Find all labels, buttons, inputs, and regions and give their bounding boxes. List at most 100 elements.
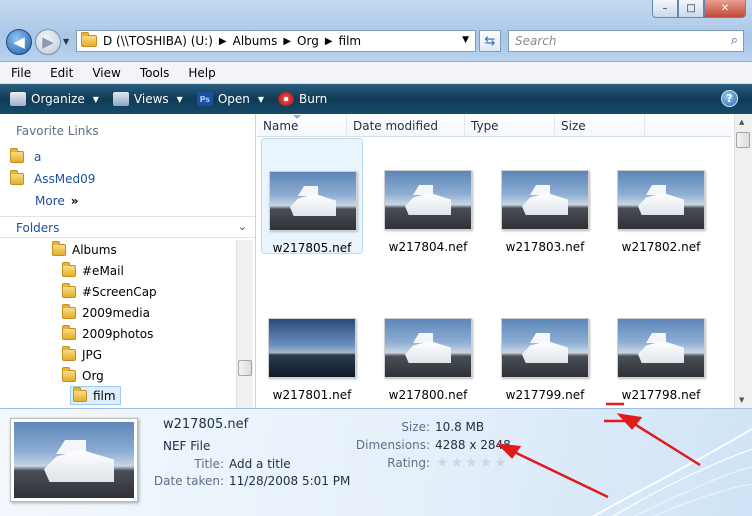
file-tile-w217800[interactable]: w217800.nef <box>377 286 479 402</box>
folders-header[interactable]: Folders ⌄ <box>0 216 255 238</box>
scroll-up-icon[interactable]: ▲ <box>739 118 744 126</box>
tree-item-2009photos[interactable]: 2009photos <box>62 324 153 343</box>
tree-item-albums[interactable]: Albums <box>52 240 117 259</box>
column-date-modified[interactable]: Date modified <box>347 114 465 137</box>
search-input[interactable]: Search ⌕ <box>508 30 744 52</box>
star-icon[interactable]: ★ <box>494 455 507 471</box>
menu-edit[interactable]: Edit <box>47 66 76 80</box>
open-label: Open <box>217 92 250 106</box>
scroll-down-icon[interactable]: ▼ <box>739 396 744 404</box>
tree-item-label: #eMail <box>82 263 124 278</box>
menu-view[interactable]: View <box>89 66 123 80</box>
tree-item-email[interactable]: #eMail <box>62 261 124 280</box>
file-tile-w217805[interactable]: w217805.nef <box>261 138 363 255</box>
organize-button[interactable]: Organize ▼ <box>10 92 99 106</box>
detail-date-value[interactable]: 11/28/2008 5:01 PM <box>229 474 350 488</box>
folders-title: Folders <box>16 221 60 235</box>
breadcrumb-separator-icon[interactable]: ▶ <box>283 36 291 47</box>
address-dropdown-icon[interactable]: ▼ <box>462 35 469 45</box>
folder-icon <box>62 261 76 277</box>
burn-disc-icon <box>278 92 295 106</box>
double-chevron-right-icon: » <box>70 194 79 208</box>
recent-pages-dropdown[interactable]: ▼ <box>63 37 69 46</box>
minimize-button[interactable]: – <box>652 0 678 18</box>
tree-scrollbar[interactable] <box>236 240 253 408</box>
favorite-link-assmed09[interactable]: AssMed09 <box>10 170 96 186</box>
scrollbar-thumb[interactable] <box>238 360 252 376</box>
tree-item-screencap[interactable]: #ScreenCap <box>62 282 157 301</box>
column-type[interactable]: Type <box>465 114 555 137</box>
star-icon[interactable]: ★ <box>480 455 493 471</box>
more-links-button[interactable]: More » <box>35 194 79 208</box>
views-button[interactable]: Views ▼ <box>112 92 183 106</box>
detail-title-field[interactable]: Add a title <box>229 457 291 471</box>
detail-dimensions-label: Dimensions: <box>355 438 430 452</box>
folder-icon <box>62 345 76 361</box>
column-headers: Name Date modified Type Size <box>257 114 731 137</box>
breadcrumb-org[interactable]: Org <box>297 34 319 48</box>
tree-item-2009media[interactable]: 2009media <box>62 303 150 322</box>
address-bar[interactable]: D (\\TOSHIBA) (U:) ▶ Albums ▶ Org ▶ film… <box>76 30 476 52</box>
open-button[interactable]: Ps Open ▼ <box>196 92 264 106</box>
back-arrow-icon: ◀ <box>13 33 25 51</box>
breadcrumb-separator-icon[interactable]: ▶ <box>325 36 333 47</box>
tree-item-jpg[interactable]: JPG <box>62 345 102 364</box>
breadcrumb-separator-icon[interactable]: ▶ <box>219 36 227 47</box>
breadcrumb-film[interactable]: film <box>339 34 362 48</box>
favorite-link-a[interactable]: a <box>10 148 42 164</box>
tree-item-film[interactable]: film <box>70 386 121 405</box>
favorite-link-label: AssMed09 <box>34 172 96 186</box>
back-button[interactable]: ◀ <box>6 29 32 55</box>
detail-file-name: w217805.nef <box>163 417 249 432</box>
more-label: More <box>35 194 65 208</box>
chevron-down-icon[interactable]: ⌄ <box>238 220 247 233</box>
forward-button[interactable]: ▶ <box>35 29 61 55</box>
folder-icon <box>73 386 87 402</box>
tree-item-org[interactable]: Org <box>62 366 104 385</box>
chevron-down-icon: ▼ <box>176 94 183 104</box>
navigation-pane: Favorite Links a AssMed09 More » Folders … <box>0 114 256 408</box>
folder-tree: Albums #eMail #ScreenCap 2009media 2009p… <box>0 240 236 408</box>
menu-help[interactable]: Help <box>185 66 218 80</box>
file-tile-w217798[interactable]: w217798.nef <box>610 286 712 402</box>
maximize-button[interactable]: □ <box>678 0 704 18</box>
breadcrumb-albums[interactable]: Albums <box>233 34 278 48</box>
column-name[interactable]: Name <box>257 114 347 137</box>
file-name: w217802.nef <box>621 240 701 254</box>
folder-icon <box>62 366 76 382</box>
help-button[interactable]: ? <box>721 90 738 107</box>
details-pane: w217805.nef NEF File Title: Add a title … <box>0 408 752 516</box>
rating-stars[interactable]: ★ ★ ★ ★ ★ <box>436 455 509 471</box>
views-label: Views <box>133 92 169 106</box>
chevron-down-icon: ▼ <box>92 94 99 104</box>
star-icon[interactable]: ★ <box>465 455 478 471</box>
star-icon[interactable]: ★ <box>436 455 449 471</box>
file-list-scrollbar[interactable]: ▲ ▼ <box>734 114 752 408</box>
photoshop-icon: Ps <box>196 92 213 106</box>
file-tile-w217801[interactable]: w217801.nef <box>261 286 363 402</box>
file-tile-w217802[interactable]: w217802.nef <box>610 138 712 254</box>
tree-item-label: #ScreenCap <box>82 284 157 299</box>
file-tile-w217803[interactable]: w217803.nef <box>494 138 596 254</box>
column-size[interactable]: Size <box>555 114 645 137</box>
tree-item-label: 2009media <box>82 305 150 320</box>
file-name: w217798.nef <box>621 388 701 402</box>
file-tile-w217804[interactable]: w217804.nef <box>377 138 479 254</box>
scrollbar-thumb[interactable] <box>736 132 750 148</box>
close-button[interactable]: ✕ <box>704 0 746 18</box>
detail-file-type: NEF File <box>163 439 211 453</box>
menu-tools[interactable]: Tools <box>137 66 173 80</box>
organize-label: Organize <box>31 92 85 106</box>
star-icon[interactable]: ★ <box>451 455 464 471</box>
burn-button[interactable]: Burn <box>278 92 327 106</box>
favorite-link-label: a <box>34 150 42 164</box>
preview-thumbnail <box>10 418 138 502</box>
file-tile-w217799[interactable]: w217799.nef <box>494 286 596 402</box>
refresh-button[interactable]: ⇆ <box>479 30 501 52</box>
file-thumbnail <box>617 318 705 378</box>
menu-file[interactable]: File <box>8 66 34 80</box>
breadcrumb-drive[interactable]: D (\\TOSHIBA) (U:) <box>103 34 213 48</box>
search-icon[interactable]: ⌕ <box>731 33 738 48</box>
file-name: w217805.nef <box>272 241 352 255</box>
menu-bar: File Edit View Tools Help <box>0 62 752 84</box>
